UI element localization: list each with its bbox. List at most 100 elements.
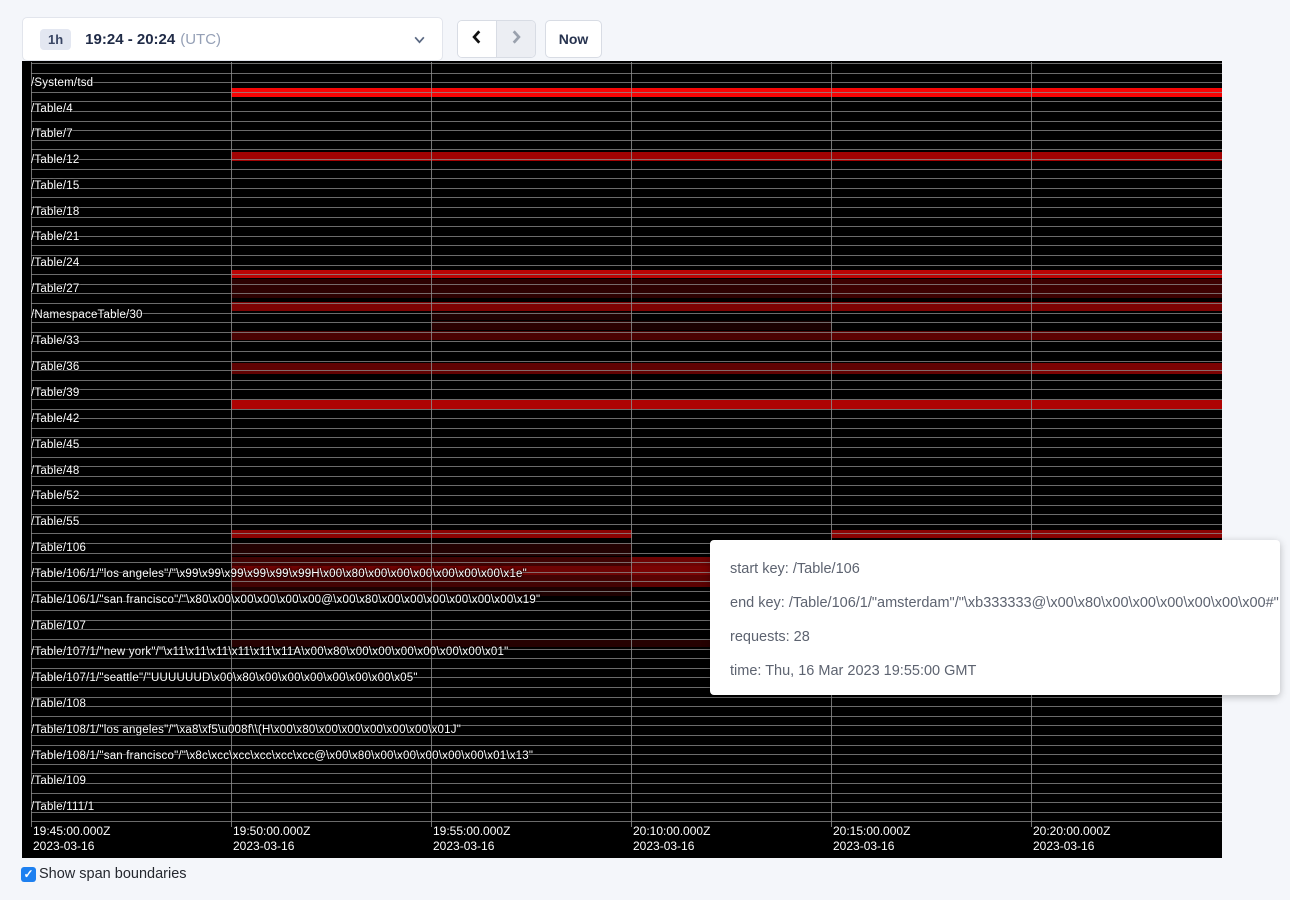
span-key-label: /Table/4	[31, 103, 73, 115]
span-key-label: /Table/48	[31, 465, 79, 477]
heat-band[interactable]	[831, 279, 1222, 298]
span-key-label: /Table/36	[31, 361, 79, 373]
x-axis-time: 19:55:00.000Z	[433, 824, 510, 839]
span-boundary-line	[31, 245, 1222, 246]
span-boundary-line	[31, 341, 1222, 342]
span-key-label: /Table/42	[31, 413, 79, 425]
time-range-timezone: (UTC)	[180, 31, 221, 48]
x-axis-date: 2023-03-16	[433, 839, 510, 854]
x-axis-date: 2023-03-16	[33, 839, 110, 854]
key-visualizer-heatmap[interactable]: /System/tsd/Table/4/Table/7/Table/12/Tab…	[22, 61, 1222, 858]
time-gridline	[231, 62, 232, 827]
bucket-tooltip: start key: /Table/106end key: /Table/106…	[710, 540, 1280, 695]
heat-band[interactable]	[1031, 363, 1222, 374]
span-key-label: /Table/107/1/"seattle"/"UUUUUUD\x00\x80\…	[31, 672, 418, 684]
time-gridline	[831, 62, 832, 827]
span-boundary-line	[31, 265, 1222, 266]
span-boundary-line	[31, 217, 1222, 218]
span-boundary-line	[31, 274, 1222, 275]
time-gridline	[631, 62, 632, 827]
span-boundary-line	[31, 447, 1222, 448]
span-boundary-line	[31, 802, 1222, 803]
x-axis-time: 19:50:00.000Z	[233, 824, 310, 839]
span-key-label: /Table/7	[31, 128, 73, 140]
x-axis-label: 19:50:00.000Z2023-03-16	[233, 824, 310, 854]
span-boundary-line	[31, 130, 1222, 131]
heat-band[interactable]	[231, 279, 832, 298]
time-gridline	[431, 62, 432, 827]
span-boundary-line	[31, 505, 1222, 506]
span-key-label: /Table/24	[31, 257, 79, 269]
span-boundary-line	[31, 101, 1222, 102]
span-key-label: /Table/27	[31, 283, 79, 295]
span-key-label: /Table/109	[31, 775, 86, 787]
span-boundary-line	[31, 437, 1222, 438]
span-boundary-line	[31, 188, 1222, 189]
span-key-label: /Table/106	[31, 542, 86, 554]
time-gridline	[1031, 62, 1032, 827]
span-boundary-line	[31, 418, 1222, 419]
span-key-label: /Table/18	[31, 206, 79, 218]
span-boundary-line	[31, 197, 1222, 198]
now-button[interactable]: Now	[545, 20, 602, 58]
chevron-left-icon	[470, 29, 484, 50]
x-axis-time: 19:45:00.000Z	[33, 824, 110, 839]
span-boundary-line	[31, 812, 1222, 813]
span-boundary-line	[31, 764, 1222, 765]
span-key-label: /Table/106/1/"los angeles"/"\x99\x99\x99…	[31, 568, 527, 580]
span-key-label: /Table/55	[31, 516, 79, 528]
span-boundary-line	[31, 783, 1222, 784]
span-key-label: /Table/33	[31, 335, 79, 347]
span-boundary-line	[31, 236, 1222, 237]
x-axis-date: 2023-03-16	[1033, 839, 1110, 854]
show-span-boundaries-checkbox[interactable]: ✓	[21, 867, 36, 882]
span-boundary-line	[31, 524, 1222, 525]
time-nav-button-group	[457, 20, 536, 58]
span-boundary-line	[31, 399, 1222, 400]
key-visualizer-page: 1h 19:24 - 20:24 (UTC) Now /System/tsd/T…	[0, 0, 1290, 900]
span-boundary-line	[31, 159, 1222, 160]
span-key-label: /Table/21	[31, 231, 79, 243]
show-span-boundaries-label[interactable]: Show span boundaries	[39, 866, 187, 882]
span-boundary-line	[31, 773, 1222, 774]
x-axis-time: 20:20:00.000Z	[1033, 824, 1110, 839]
span-boundary-line	[31, 706, 1222, 707]
span-boundary-line	[31, 73, 1222, 74]
x-axis-date: 2023-03-16	[233, 839, 310, 854]
span-boundary-line	[31, 255, 1222, 256]
time-range-label: 19:24 - 20:24	[85, 31, 175, 48]
x-axis-date: 2023-03-16	[633, 839, 710, 854]
span-boundary-line	[31, 745, 1222, 746]
time-range-dropdown[interactable]: 1h 19:24 - 20:24 (UTC)	[22, 17, 443, 61]
span-boundary-line	[31, 821, 1222, 822]
next-timeframe-button[interactable]	[497, 21, 535, 57]
span-boundary-line	[31, 226, 1222, 227]
span-boundary-line	[31, 485, 1222, 486]
span-boundary-line	[31, 476, 1222, 477]
tooltip-line: requests: 28	[730, 620, 1280, 654]
span-boundary-line	[31, 63, 1222, 64]
prev-timeframe-button[interactable]	[458, 21, 497, 57]
span-boundary-line	[31, 293, 1222, 294]
tooltip-line: end key: /Table/106/1/"amsterdam"/"\xb33…	[730, 586, 1280, 620]
span-key-label: /Table/111/1	[31, 801, 94, 813]
span-key-label: /Table/107/1/"new york"/"\x11\x11\x11\x1…	[31, 646, 508, 658]
span-boundary-line	[31, 82, 1222, 83]
span-boundary-line	[31, 111, 1222, 112]
span-key-label: /Table/12	[31, 154, 79, 166]
span-key-label: /Table/106/1/"san francisco"/"\x80\x00\x…	[31, 594, 540, 606]
span-key-label: /NamespaceTable/30	[31, 309, 143, 321]
span-boundary-line	[31, 351, 1222, 352]
span-key-label: /Table/15	[31, 180, 79, 192]
span-key-label: /Table/108/1/"los angeles"/"\xa8\xf5\u00…	[31, 724, 461, 736]
span-key-label: /System/tsd	[31, 77, 93, 89]
span-boundary-line	[31, 514, 1222, 515]
tooltip-line: time: Thu, 16 Mar 2023 19:55:00 GMT	[730, 654, 1280, 688]
span-boundary-line	[31, 303, 1222, 304]
span-boundary-line	[31, 370, 1222, 371]
span-boundary-line	[31, 149, 1222, 150]
tooltip-line: start key: /Table/106	[730, 552, 1280, 586]
span-boundary-line	[31, 332, 1222, 333]
x-axis-label: 20:10:00.000Z2023-03-16	[633, 824, 710, 854]
span-boundary-line	[31, 389, 1222, 390]
